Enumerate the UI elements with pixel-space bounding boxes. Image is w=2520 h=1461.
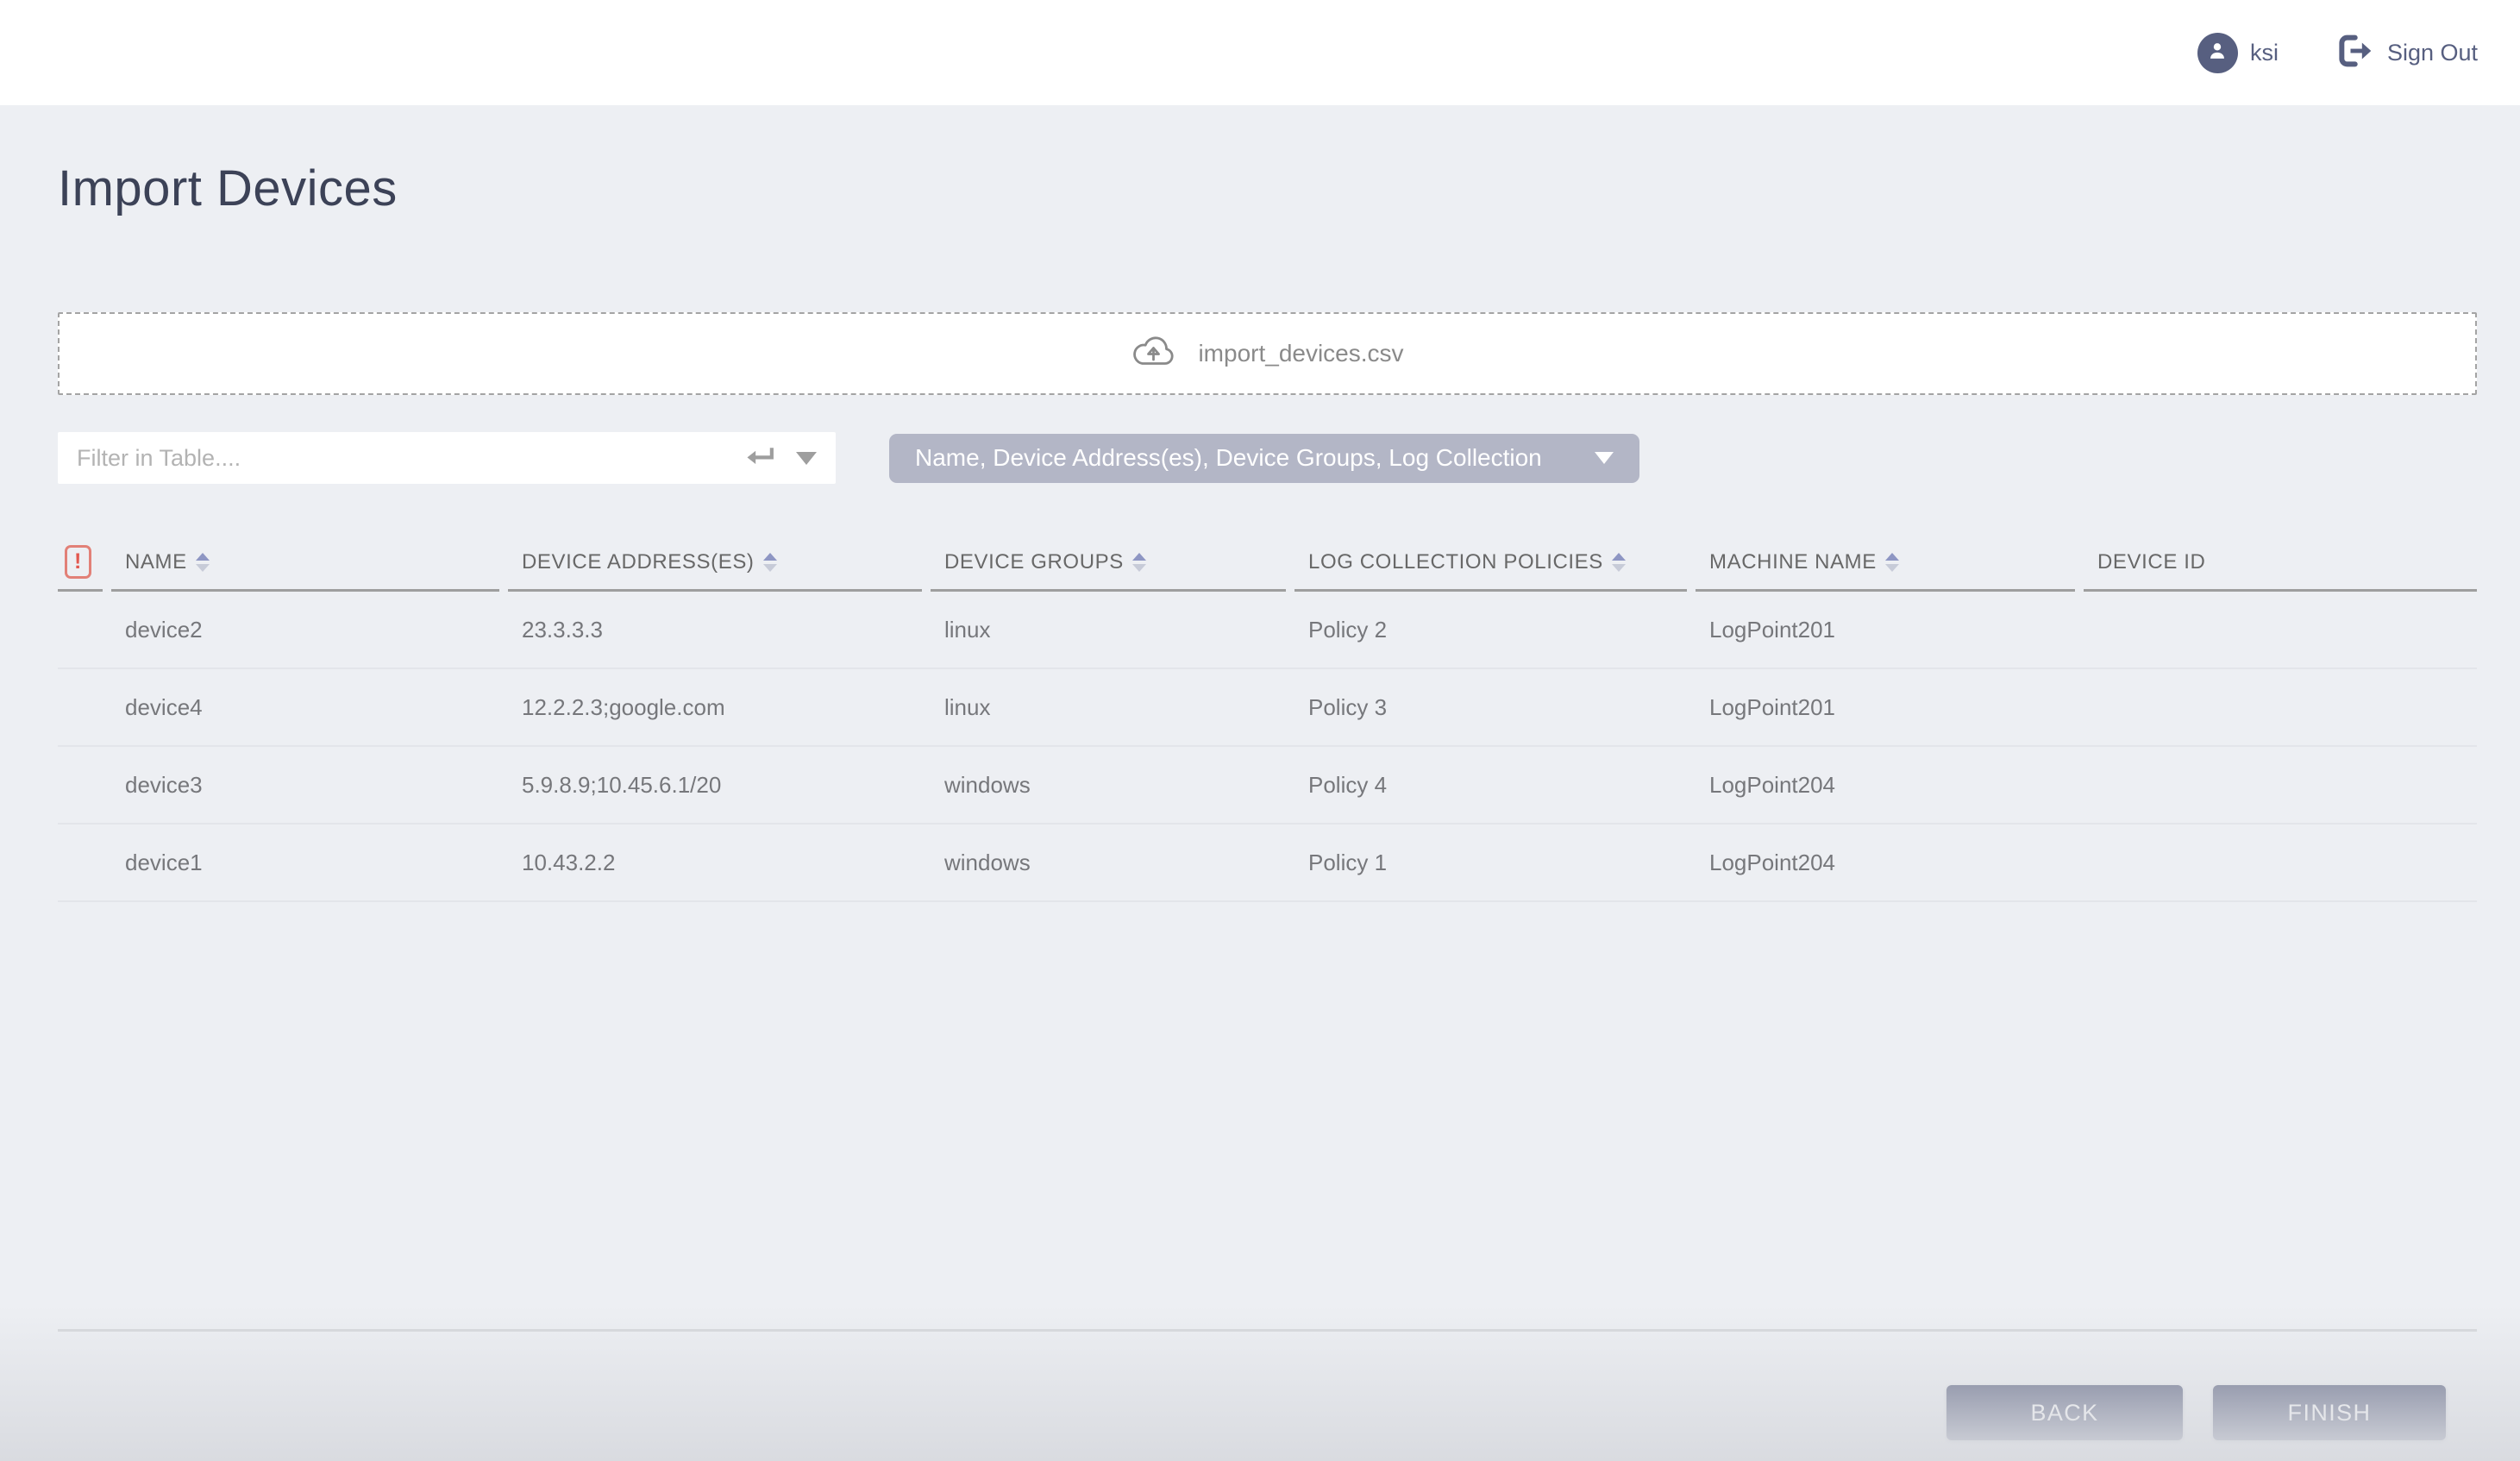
sort-icon[interactable] (763, 553, 777, 572)
top-bar: ksi Sign Out (0, 0, 2520, 105)
filter-dropdown-caret-icon[interactable] (796, 452, 817, 465)
cell-addresses: 10.43.2.2 (508, 850, 922, 876)
sort-icon[interactable] (1885, 553, 1899, 572)
cell-name: device2 (111, 617, 499, 643)
cell-policies: Policy 1 (1294, 850, 1687, 876)
searchable-columns-select[interactable]: Name, Device Address(es), Device Groups,… (889, 434, 1639, 483)
finish-button[interactable]: FINISH (2213, 1385, 2446, 1440)
sort-icon[interactable] (1132, 553, 1146, 572)
main-content: Import Devices import_devices.csv (58, 160, 2477, 1440)
cell-name: device3 (111, 772, 499, 799)
content-divider (58, 1329, 2477, 1332)
cell-name: device1 (111, 850, 499, 876)
cloud-upload-icon (1131, 334, 1177, 374)
cell-machine: LogPoint201 (1696, 694, 2075, 721)
sort-icon[interactable] (196, 553, 210, 572)
column-header-label: LOG COLLECTION POLICIES (1308, 550, 1603, 574)
table-row: device1 10.43.2.2 windows Policy 1 LogPoint2… (58, 825, 2477, 902)
filter-box (58, 432, 836, 484)
column-header-warning: ! (58, 535, 103, 592)
cell-policies: Policy 2 (1294, 617, 1687, 643)
file-dropzone[interactable]: import_devices.csv (58, 312, 2477, 395)
cell-groups: windows (931, 772, 1286, 799)
column-header-label: DEVICE GROUPS (944, 550, 1124, 574)
table-row: device4 12.2.2.3;google.com linux Policy 3 L… (58, 669, 2477, 747)
filter-input[interactable] (77, 445, 744, 472)
column-header-label: DEVICE ADDRESS(ES) (522, 550, 755, 574)
column-header-machine[interactable]: MACHINE NAME (1696, 535, 2075, 592)
sort-icon[interactable] (1612, 553, 1626, 572)
cell-addresses: 12.2.2.3;google.com (508, 694, 922, 721)
cell-machine: LogPoint201 (1696, 617, 2075, 643)
columns-select-caret-icon (1595, 452, 1614, 464)
uploaded-file-name: import_devices.csv (1198, 340, 1403, 367)
table-body: device223.3.3.3linuxPolicy 2LogPoint201d… (58, 592, 2477, 902)
cell-policies: Policy 4 (1294, 772, 1687, 799)
cell-policies: Policy 3 (1294, 694, 1687, 721)
user-icon (2205, 39, 2229, 67)
back-button[interactable]: BACK (1946, 1385, 2183, 1440)
column-header-label: MACHINE NAME (1709, 550, 1877, 574)
table-row: device3 5.9.8.9;10.45.6.1/20 windows Policy… (58, 747, 2477, 825)
footer-actions: BACK FINISH (58, 1385, 2477, 1440)
column-header-device_id: DEVICE ID (2084, 535, 2477, 592)
table-controls: Name, Device Address(es), Device Groups,… (58, 432, 2477, 484)
cell-machine: LogPoint204 (1696, 772, 2075, 799)
sign-out-icon (2334, 33, 2373, 73)
column-header-label: DEVICE ID (2097, 550, 2205, 574)
warning-icon: ! (65, 545, 91, 579)
enter-icon[interactable] (744, 444, 775, 473)
cell-groups: linux (931, 617, 1286, 643)
sign-out-button[interactable]: Sign Out (2334, 33, 2478, 73)
column-header-name[interactable]: NAME (111, 535, 499, 592)
column-header-addresses[interactable]: DEVICE ADDRESS(ES) (508, 535, 922, 592)
cell-addresses: 5.9.8.9;10.45.6.1/20 (508, 772, 922, 799)
column-header-policies[interactable]: LOG COLLECTION POLICIES (1294, 535, 1687, 592)
cell-machine: LogPoint204 (1696, 850, 2075, 876)
user-avatar[interactable] (2197, 33, 2238, 73)
username-label: ksi (2250, 40, 2279, 66)
table-header-row: ! NAME DEVICE ADDRESS(ES) DEVICE GROUPS LOG … (58, 535, 2477, 592)
page-title: Import Devices (58, 160, 2477, 217)
cell-groups: linux (931, 694, 1286, 721)
table-row: device2 23.3.3.3 linux Policy 2 LogPoint201 (58, 592, 2477, 669)
column-header-label: NAME (125, 550, 187, 574)
sign-out-label: Sign Out (2387, 40, 2478, 66)
cell-addresses: 23.3.3.3 (508, 617, 922, 643)
column-header-groups[interactable]: DEVICE GROUPS (931, 535, 1286, 592)
cell-name: device4 (111, 694, 499, 721)
cell-groups: windows (931, 850, 1286, 876)
columns-select-value: Name, Device Address(es), Device Groups,… (915, 444, 1542, 472)
